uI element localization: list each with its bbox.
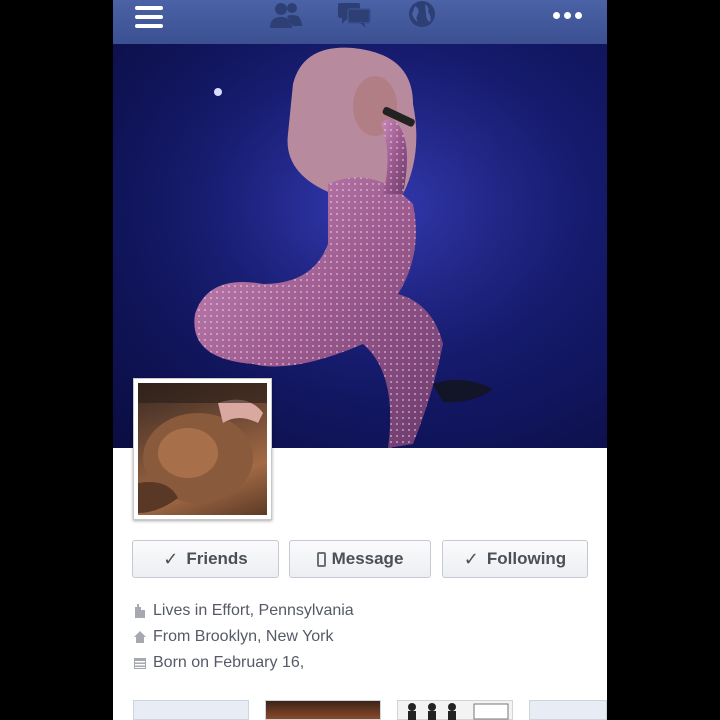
- photo-thumbnail[interactable]: [397, 700, 513, 720]
- profile-photo: [138, 383, 267, 515]
- info-lives-in: Lives in Effort, Pennsylvania: [133, 602, 354, 620]
- more-options-icon[interactable]: [553, 6, 589, 19]
- phone-icon: [316, 551, 326, 567]
- messages-icon[interactable]: [336, 0, 372, 30]
- following-button-label: Following: [486, 549, 567, 568]
- top-nav-bar: [113, 0, 607, 45]
- photo-thumbnail[interactable]: [265, 700, 381, 720]
- building-icon: [133, 604, 147, 618]
- photo-thumbnail[interactable]: [529, 700, 607, 720]
- phone-screen: ✓ Friends Message ✓ Following Lives in E…: [113, 0, 607, 720]
- info-from: From Brooklyn, New York: [133, 628, 334, 646]
- message-button-label: Message: [331, 549, 404, 568]
- menu-icon[interactable]: [135, 6, 163, 28]
- photo-thumbnail[interactable]: [133, 700, 249, 720]
- from-text: From Brooklyn, New York: [153, 628, 334, 645]
- friends-icon[interactable]: [268, 0, 304, 30]
- calendar-icon: [133, 656, 147, 670]
- lives-in-text: Lives in Effort, Pennsylvania: [153, 602, 354, 619]
- message-button[interactable]: Message: [289, 540, 431, 578]
- checkmark-icon: ✓: [463, 548, 479, 569]
- following-button[interactable]: ✓ Following: [442, 540, 588, 578]
- info-born: Born on February 16,: [133, 654, 304, 672]
- checkmark-icon: ✓: [163, 548, 179, 569]
- friends-button[interactable]: ✓ Friends: [132, 540, 279, 578]
- home-icon: [133, 630, 147, 644]
- globe-icon[interactable]: [406, 0, 438, 32]
- profile-picture[interactable]: [133, 378, 272, 520]
- friends-button-label: Friends: [186, 549, 248, 568]
- born-text: Born on February 16,: [153, 654, 305, 671]
